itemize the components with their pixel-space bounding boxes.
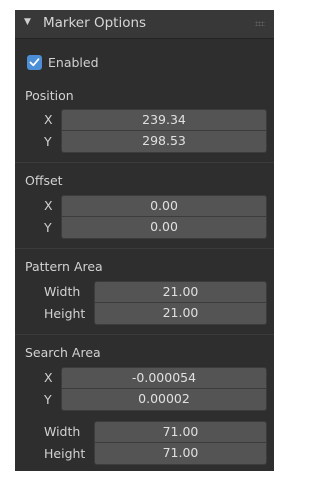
section-divider (15, 248, 274, 249)
offset-y-field[interactable]: 0.00 (61, 217, 267, 239)
pattern-height-label: Height (44, 306, 86, 321)
position-x-label: X (44, 112, 53, 127)
pattern-width-label: Width (44, 284, 81, 299)
search-y-field[interactable]: 0.00002 (61, 389, 267, 411)
offset-label: Offset (25, 173, 63, 188)
offset-x-label: X (44, 198, 53, 213)
search-height-field[interactable]: 71.00 (94, 443, 267, 465)
collapse-triangle-icon[interactable]: ▼ (24, 17, 31, 27)
panel-title: Marker Options (43, 15, 147, 31)
search-y-label: Y (44, 392, 52, 407)
pattern-area-label: Pattern Area (25, 259, 103, 274)
position-label: Position (25, 88, 74, 103)
enabled-checkbox[interactable] (27, 55, 42, 70)
drag-grip-icon[interactable] (255, 21, 265, 26)
enabled-label[interactable]: Enabled (48, 55, 99, 70)
panel-header[interactable]: ▼ Marker Options (15, 10, 274, 39)
search-x-label: X (44, 370, 53, 385)
marker-options-panel: ▼ Marker Options Enabled Position X 239.… (15, 10, 274, 471)
search-x-field[interactable]: -0.000054 (61, 367, 267, 389)
checkmark-icon (29, 58, 40, 67)
offset-x-field[interactable]: 0.00 (61, 195, 267, 217)
offset-y-label: Y (44, 220, 52, 235)
pattern-width-field[interactable]: 21.00 (94, 281, 267, 303)
search-width-label: Width (44, 424, 81, 439)
search-area-label: Search Area (25, 345, 101, 360)
search-height-label: Height (44, 446, 86, 461)
section-divider (15, 162, 274, 163)
position-y-label: Y (44, 134, 52, 149)
search-width-field[interactable]: 71.00 (94, 421, 267, 443)
position-x-field[interactable]: 239.34 (61, 109, 267, 131)
pattern-height-field[interactable]: 21.00 (94, 303, 267, 325)
position-y-field[interactable]: 298.53 (61, 131, 267, 153)
section-divider (15, 334, 274, 335)
